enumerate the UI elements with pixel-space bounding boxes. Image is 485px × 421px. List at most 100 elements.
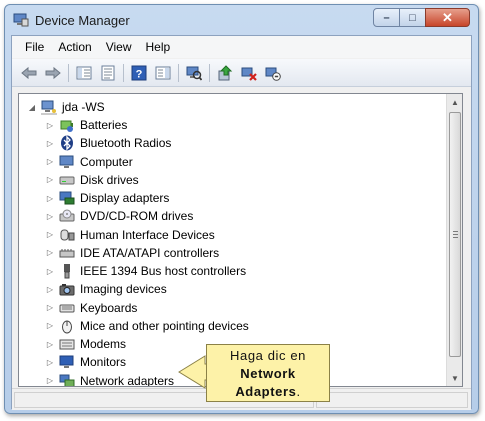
keyboard-icon — [59, 304, 75, 312]
show-hide-tree-button[interactable] — [73, 62, 95, 84]
menu-view[interactable]: View — [99, 36, 139, 58]
tree-item-label: DVD/CD-ROM drives — [80, 209, 194, 224]
close-button[interactable]: ✕ — [425, 8, 470, 27]
expand-icon[interactable]: ▷ — [45, 339, 55, 349]
minimize-button[interactable]: – — [373, 8, 400, 27]
expand-icon[interactable]: ▷ — [45, 303, 55, 313]
tree-item-monitors[interactable]: ▷ Monitors — [45, 353, 126, 371]
scroll-up-icon[interactable]: ▲ — [447, 94, 462, 110]
callout-line-2: Network — [240, 366, 296, 381]
status-panel — [316, 392, 468, 408]
tree-item-modems[interactable]: ▷ Modems — [45, 335, 126, 353]
action-pane-icon — [155, 66, 171, 79]
expand-icon[interactable]: ▷ — [45, 266, 55, 276]
maximize-button[interactable]: □ — [399, 8, 426, 27]
callout-line-1: Haga dic en — [230, 348, 306, 363]
tree-item-label: Mice and other pointing devices — [80, 318, 249, 333]
expand-icon[interactable]: ▷ — [45, 138, 55, 148]
expand-icon[interactable]: ▷ — [45, 193, 55, 203]
tree-item-ide-ata-atapi-controllers[interactable]: ▷ IDE ATA/ATAPI controllers — [45, 244, 219, 262]
tree-item-batteries[interactable]: ▷ Batteries — [45, 116, 127, 134]
scroll-thumb[interactable] — [449, 112, 461, 357]
bluetooth-icon — [61, 135, 73, 151]
tree-item-display-adapters[interactable]: ▷ Display adapters — [45, 189, 169, 207]
tree-item-imaging-devices[interactable]: ▷ Imaging devices — [45, 280, 167, 298]
ide-controller-icon — [59, 248, 75, 258]
properties-button[interactable] — [97, 62, 119, 84]
tree-item-label: Imaging devices — [80, 282, 167, 297]
scroll-down-icon[interactable]: ▼ — [447, 370, 462, 386]
tree-item-label: Display adapters — [80, 191, 170, 205]
tree-item-ieee-1394-bus-host-controllers[interactable]: ▷ IEEE 1394 Bus host controllers — [45, 262, 246, 280]
expand-icon[interactable]: ▷ — [45, 321, 55, 331]
toolbar-separator — [209, 63, 210, 82]
vertical-scrollbar[interactable]: ▲ ▼ — [446, 94, 462, 386]
title-bar[interactable]: Device Manager – □ ✕ — [5, 5, 478, 35]
expand-icon[interactable]: ▷ — [45, 376, 55, 386]
tree-item-disk-drives[interactable]: ▷ Disk drives — [45, 171, 139, 189]
tree-item-dvd-cd-rom-drives[interactable]: ▷ DVD/CD-ROM drives — [45, 207, 193, 225]
tree-root-label: jda -WS — [62, 100, 105, 114]
tree-item-label: IEEE 1394 Bus host controllers — [80, 264, 247, 278]
expand-icon[interactable]: ▷ — [45, 211, 55, 221]
disable-button[interactable] — [262, 62, 284, 84]
expand-icon[interactable]: ▷ — [45, 248, 55, 258]
menu-action[interactable]: Action — [51, 36, 98, 58]
collapse-icon[interactable]: ◢ — [27, 102, 37, 112]
tree-item-keyboards[interactable]: ▷ Keyboards — [45, 299, 137, 317]
minimize-icon: – — [383, 11, 390, 24]
tree-item-label: Batteries — [80, 118, 128, 132]
tree-item-label: Disk drives — [80, 172, 139, 187]
tree-item-human-interface-devices[interactable]: ▷ Human Interface Devices — [45, 226, 215, 244]
expand-icon[interactable]: ▷ — [45, 157, 55, 167]
device-tree: ◢ jda -WS ▷ Batteries ▷ Bluetooth Radios ▷ Co… — [19, 94, 447, 386]
grip-icon — [453, 231, 458, 238]
forward-button[interactable] — [42, 62, 64, 84]
mouse-icon — [62, 320, 72, 334]
tree-item-mice-and-other-pointing-devices[interactable]: ▷ Mice and other pointing devices — [45, 317, 249, 335]
tree-item-label: Keyboards — [80, 300, 138, 315]
tree-root[interactable]: ◢ jda -WS — [27, 98, 105, 116]
scan-hardware-button[interactable] — [183, 62, 205, 84]
device-tree-pane: ◢ jda -WS ▷ Batteries ▷ Bluetooth Radios ▷ Co… — [18, 93, 463, 387]
disable-icon — [265, 67, 281, 81]
tree-item-label: Monitors — [80, 355, 127, 370]
properties-icon — [101, 65, 115, 80]
update-driver-icon — [218, 64, 233, 80]
expand-icon[interactable]: ▷ — [45, 230, 55, 240]
tree-item-label: IDE ATA/ATAPI controllers — [80, 245, 220, 260]
expand-icon[interactable]: ▷ — [45, 175, 55, 185]
expand-icon[interactable]: ▷ — [45, 357, 55, 367]
tree-item-label: Network adapters — [80, 373, 175, 387]
uninstall-button[interactable] — [238, 62, 260, 84]
computer-icon — [59, 155, 74, 168]
dvd-drive-icon — [59, 209, 75, 222]
back-icon — [21, 66, 37, 79]
tree-item-computer[interactable]: ▷ Computer — [45, 153, 133, 171]
help-button[interactable]: ? — [128, 62, 150, 84]
callout-line-3-text: Adapters — [235, 384, 297, 399]
camera-icon — [59, 284, 75, 296]
tree-item-bluetooth-radios[interactable]: ▷ Bluetooth Radios — [45, 134, 171, 152]
tree-item-label: Modems — [80, 337, 127, 351]
modem-icon — [59, 339, 75, 350]
expand-icon[interactable]: ▷ — [45, 284, 55, 294]
back-button[interactable] — [18, 62, 40, 84]
display-adapter-icon — [59, 191, 75, 205]
ieee1394-icon — [64, 264, 70, 279]
maximize-icon: □ — [409, 11, 416, 24]
update-driver-button[interactable] — [214, 62, 236, 84]
hid-icon — [60, 229, 75, 240]
toolbar: ? — [12, 59, 471, 87]
action-pane-button[interactable] — [152, 62, 174, 84]
network-adapter-icon — [59, 374, 75, 386]
tree-item-network-adapters[interactable]: ▷ Network adapters — [45, 372, 175, 387]
menu-file[interactable]: File — [18, 36, 51, 58]
computer-root-icon — [41, 100, 57, 115]
toolbar-separator — [178, 63, 179, 82]
expand-icon[interactable]: ▷ — [45, 120, 55, 130]
menu-help[interactable]: Help — [139, 36, 178, 58]
tree-item-label: Computer — [80, 154, 133, 169]
forward-icon — [45, 66, 61, 79]
scan-hardware-icon — [186, 66, 202, 81]
